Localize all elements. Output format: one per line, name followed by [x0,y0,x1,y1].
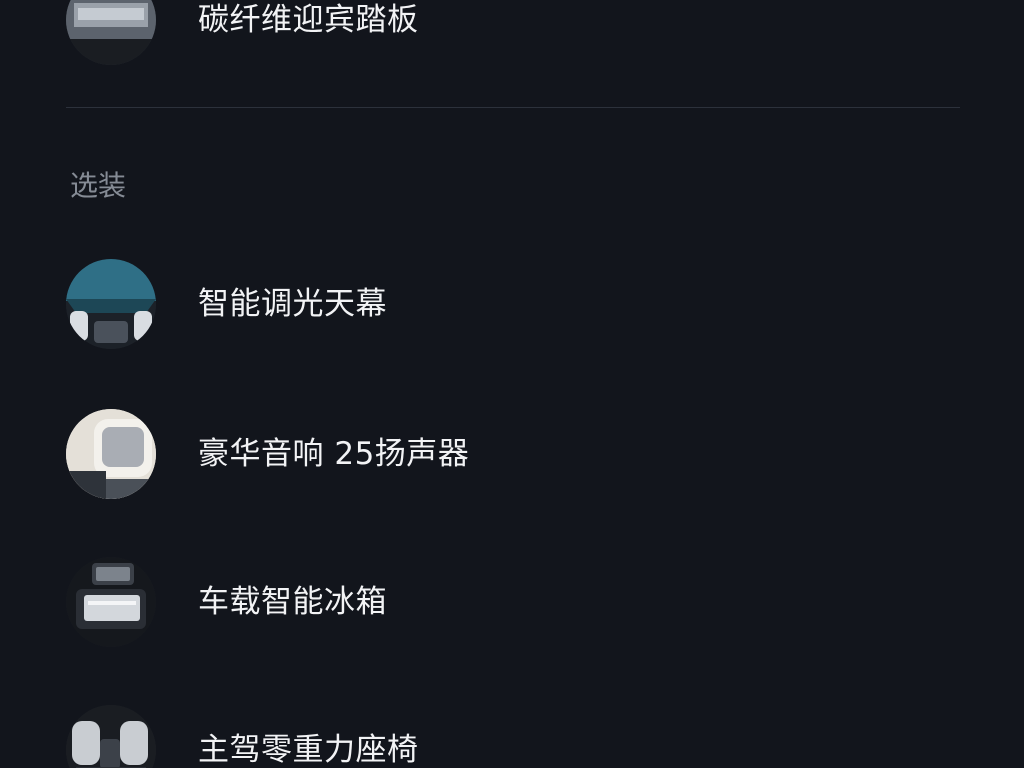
dimming-sunroof-thumbnail [66,259,156,349]
item-label: 主驾零重力座椅 [198,732,419,768]
item-label: 车载智能冰箱 [198,584,387,620]
carbon-fiber-sill-plate-thumbnail [66,0,156,65]
zero-gravity-seat-thumbnail [66,705,156,768]
list-item-zero-gravity-seat[interactable]: 主驾零重力座椅 [66,704,960,768]
section-title-optional: 选装 [70,169,127,202]
item-label: 智能调光天幕 [198,286,387,322]
list-item-dimming-sunroof[interactable]: 智能调光天幕 [66,258,960,350]
car-fridge-thumbnail [66,557,156,647]
list-item-carbon-sill-plate[interactable]: 碳纤维迎宾踏板 [66,0,960,66]
list-item-car-fridge[interactable]: 车载智能冰箱 [66,556,960,648]
headrest-speaker-thumbnail [66,409,156,499]
vehicle-options-page: 碳纤维迎宾踏板 选装 智能调光天幕 豪华音响 25扬声器 车载智能冰箱 主驾零重… [0,0,1024,768]
section-divider [66,107,960,108]
item-label: 碳纤维迎宾踏板 [198,2,419,38]
list-item-premium-audio[interactable]: 豪华音响 25扬声器 [66,408,960,500]
item-label: 豪华音响 25扬声器 [198,436,470,472]
